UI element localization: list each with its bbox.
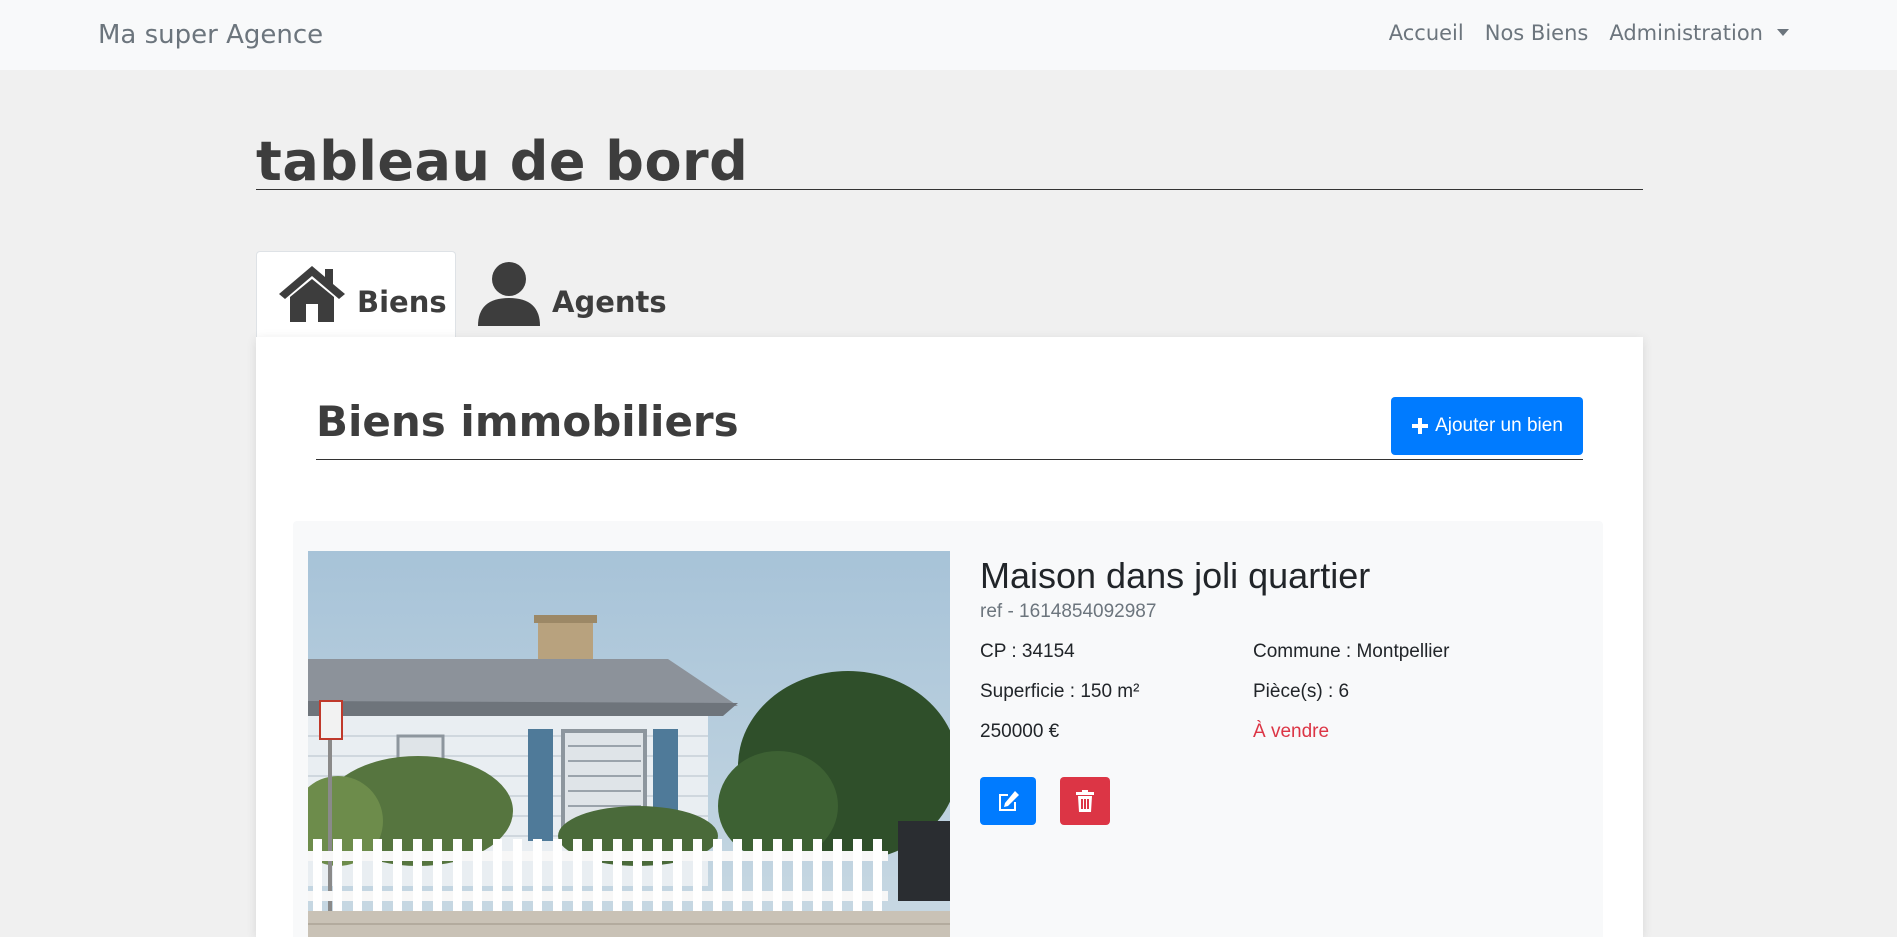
nav-links: Accueil Nos Biens Administration xyxy=(1389,21,1789,45)
property-title: Maison dans joli quartier xyxy=(980,555,1371,596)
title-divider xyxy=(256,189,1643,190)
section-title: Biens immobiliers xyxy=(316,397,739,446)
plus-icon xyxy=(1412,418,1429,434)
caret-down-icon xyxy=(1777,28,1789,36)
property-commune: Commune : Montpellier xyxy=(1253,641,1450,662)
nav-link-accueil[interactable]: Accueil xyxy=(1389,21,1464,45)
brand-link[interactable]: Ma super Agence xyxy=(98,20,323,50)
add-property-button[interactable]: Ajouter un bien xyxy=(1391,397,1583,455)
trash-icon xyxy=(1076,790,1094,812)
navbar: Ma super Agence Accueil Nos Biens Admini… xyxy=(0,0,1897,70)
tab-agents[interactable]: Agents xyxy=(476,251,676,338)
tab-label: Biens xyxy=(357,285,447,319)
section-divider xyxy=(316,459,1583,460)
property-price: 250000 € xyxy=(980,721,1060,742)
home-icon xyxy=(277,264,347,326)
property-cp: CP : 34154 xyxy=(980,641,1075,662)
nav-link-nos-biens[interactable]: Nos Biens xyxy=(1485,21,1589,45)
edit-button[interactable] xyxy=(980,777,1036,825)
user-icon xyxy=(476,260,542,330)
property-superficie: Superficie : 150 m² xyxy=(980,681,1140,702)
add-property-label: Ajouter un bien xyxy=(1435,415,1563,436)
property-status: À vendre xyxy=(1253,721,1330,742)
biens-panel: Biens immobiliers Ajouter un bien Maison… xyxy=(256,337,1643,937)
tab-label: Agents xyxy=(552,284,667,319)
property-pieces: Pièce(s) : 6 xyxy=(1253,681,1350,702)
nav-dropdown-administration[interactable]: Administration xyxy=(1609,21,1789,45)
page-title: tableau de bord xyxy=(256,130,749,193)
property-ref: ref - 1614854092987 xyxy=(980,601,1157,622)
nav-dropdown-label: Administration xyxy=(1609,21,1763,45)
property-card: Maison dans joli quartier ref - 16148540… xyxy=(293,521,1603,937)
property-photo xyxy=(308,551,950,937)
edit-icon xyxy=(999,791,1019,811)
tab-biens[interactable]: Biens xyxy=(256,251,456,338)
delete-button[interactable] xyxy=(1060,777,1110,825)
